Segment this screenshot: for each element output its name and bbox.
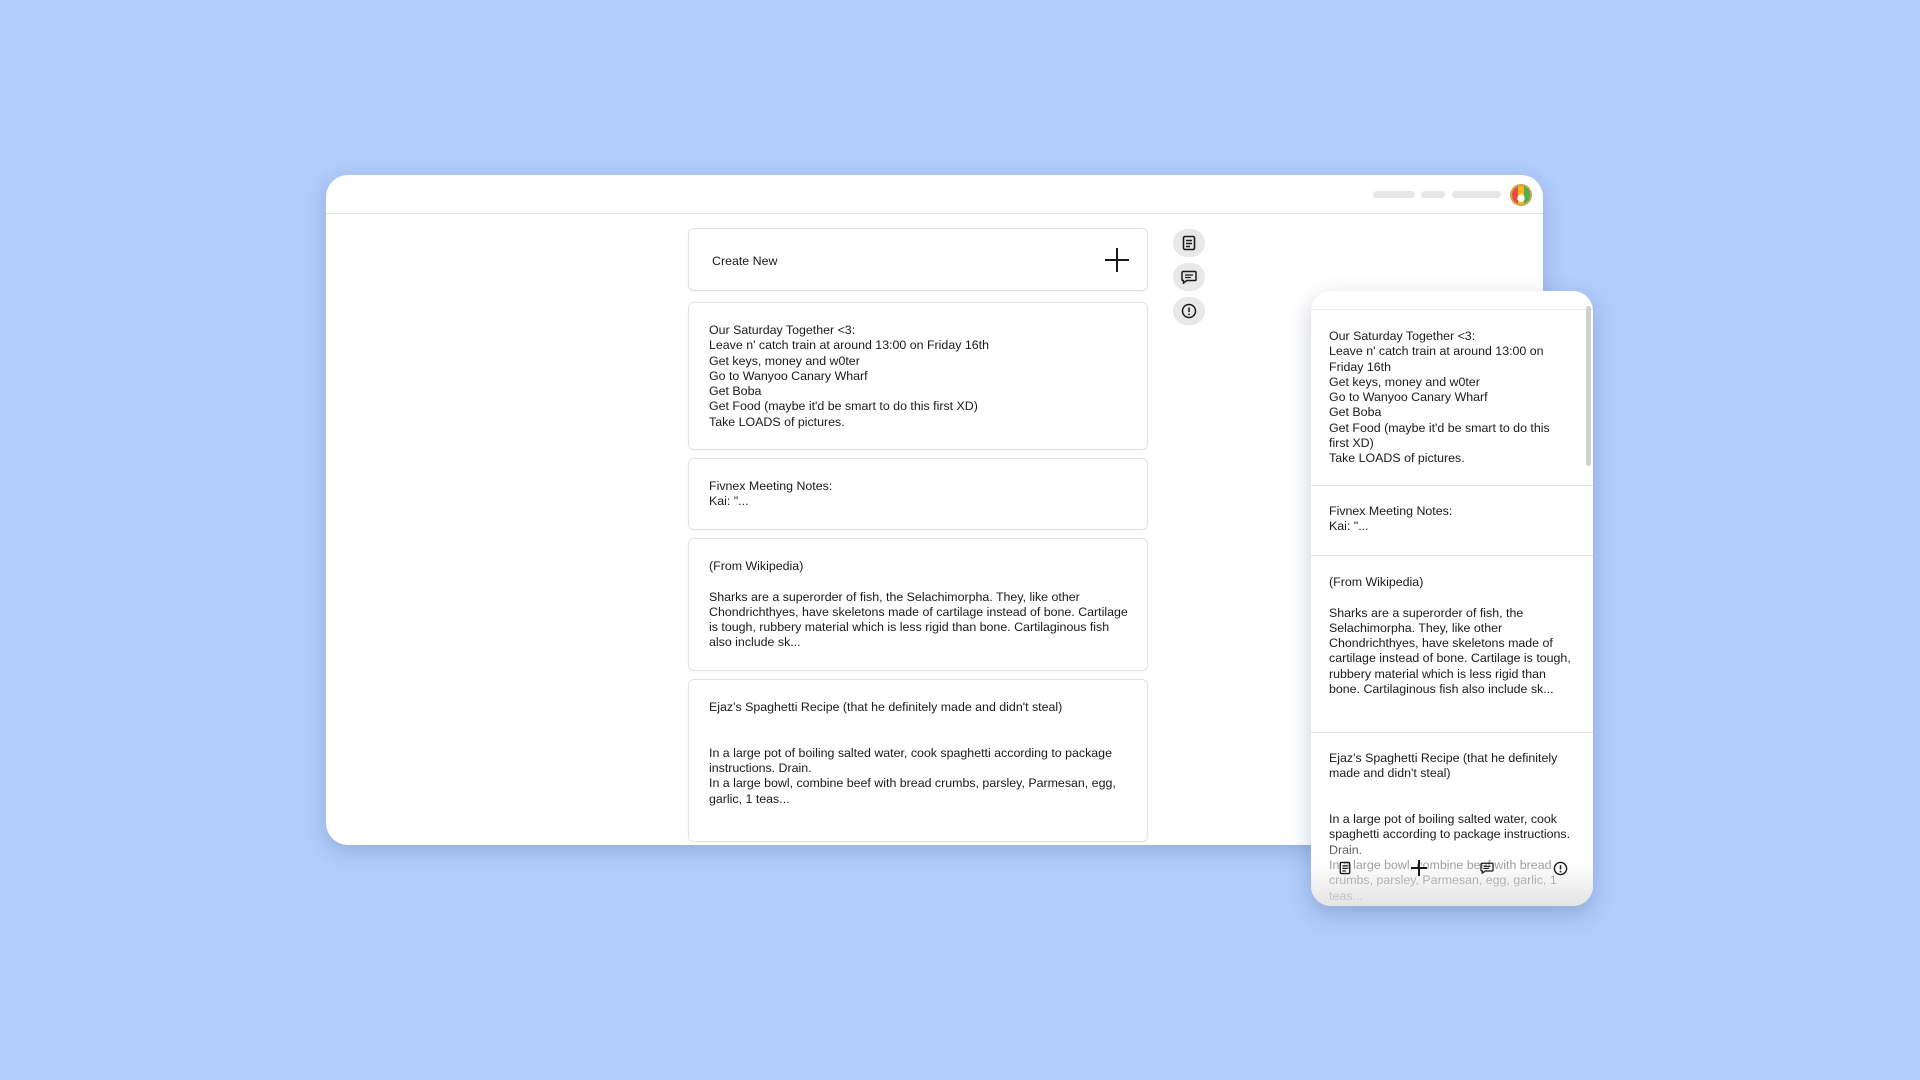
note-text: (From Wikipedia) Sharks are a superorder…: [1329, 575, 1571, 697]
mobile-note[interactable]: Fivnex Meeting Notes: Kai: "...: [1311, 486, 1593, 556]
topbar-placeholder: [1452, 191, 1501, 198]
create-new-card[interactable]: Create New: [688, 228, 1148, 291]
info-button[interactable]: [1173, 297, 1205, 325]
message-icon: [1480, 862, 1494, 874]
note-card[interactable]: Ejaz's Spaghetti Recipe (that he definit…: [688, 679, 1148, 842]
mobile-message-button[interactable]: [1475, 856, 1499, 880]
plus-icon[interactable]: [1105, 248, 1129, 272]
topbar-placeholder: [1421, 191, 1445, 198]
avatar[interactable]: [1510, 184, 1532, 206]
top-bar: [326, 175, 1543, 214]
note-card[interactable]: Fivnex Meeting Notes: Kai: "...: [688, 458, 1148, 530]
note-card[interactable]: Our Saturday Together <3: Leave n' catch…: [688, 302, 1148, 450]
note-text: Our Saturday Together <3: Leave n' catch…: [1329, 329, 1550, 466]
message-button[interactable]: [1173, 263, 1205, 291]
mobile-notes-button[interactable]: [1333, 856, 1357, 880]
create-new-label: Create New: [712, 254, 778, 268]
topbar-placeholder: [1373, 191, 1415, 198]
info-icon: [1181, 303, 1197, 319]
mobile-info-button[interactable]: [1548, 856, 1572, 880]
scrollbar[interactable]: [1586, 306, 1591, 466]
notes-button[interactable]: [1173, 229, 1205, 257]
mobile-app-window: Our Saturday Together <3: Leave n' catch…: [1311, 291, 1593, 906]
mobile-note[interactable]: Our Saturday Together <3: Leave n' catch…: [1311, 309, 1593, 486]
notes-icon: [1339, 861, 1351, 875]
plus-icon[interactable]: [1411, 860, 1427, 876]
mobile-header: [1311, 291, 1593, 310]
notes-icon: [1182, 235, 1196, 251]
mobile-bottom-nav: [1311, 838, 1593, 906]
note-text: Fivnex Meeting Notes: Kai: "...: [709, 479, 833, 509]
note-text: (From Wikipedia) Sharks are a superorder…: [709, 559, 1128, 650]
mobile-note[interactable]: (From Wikipedia) Sharks are a superorder…: [1311, 556, 1593, 733]
info-icon: [1553, 861, 1567, 875]
message-icon: [1181, 270, 1197, 284]
note-text: Ejaz's Spaghetti Recipe (that he definit…: [709, 700, 1116, 806]
note-card[interactable]: (From Wikipedia) Sharks are a superorder…: [688, 538, 1148, 671]
note-text: Our Saturday Together <3: Leave n' catch…: [709, 323, 989, 429]
note-text: Fivnex Meeting Notes: Kai: "...: [1329, 504, 1453, 534]
